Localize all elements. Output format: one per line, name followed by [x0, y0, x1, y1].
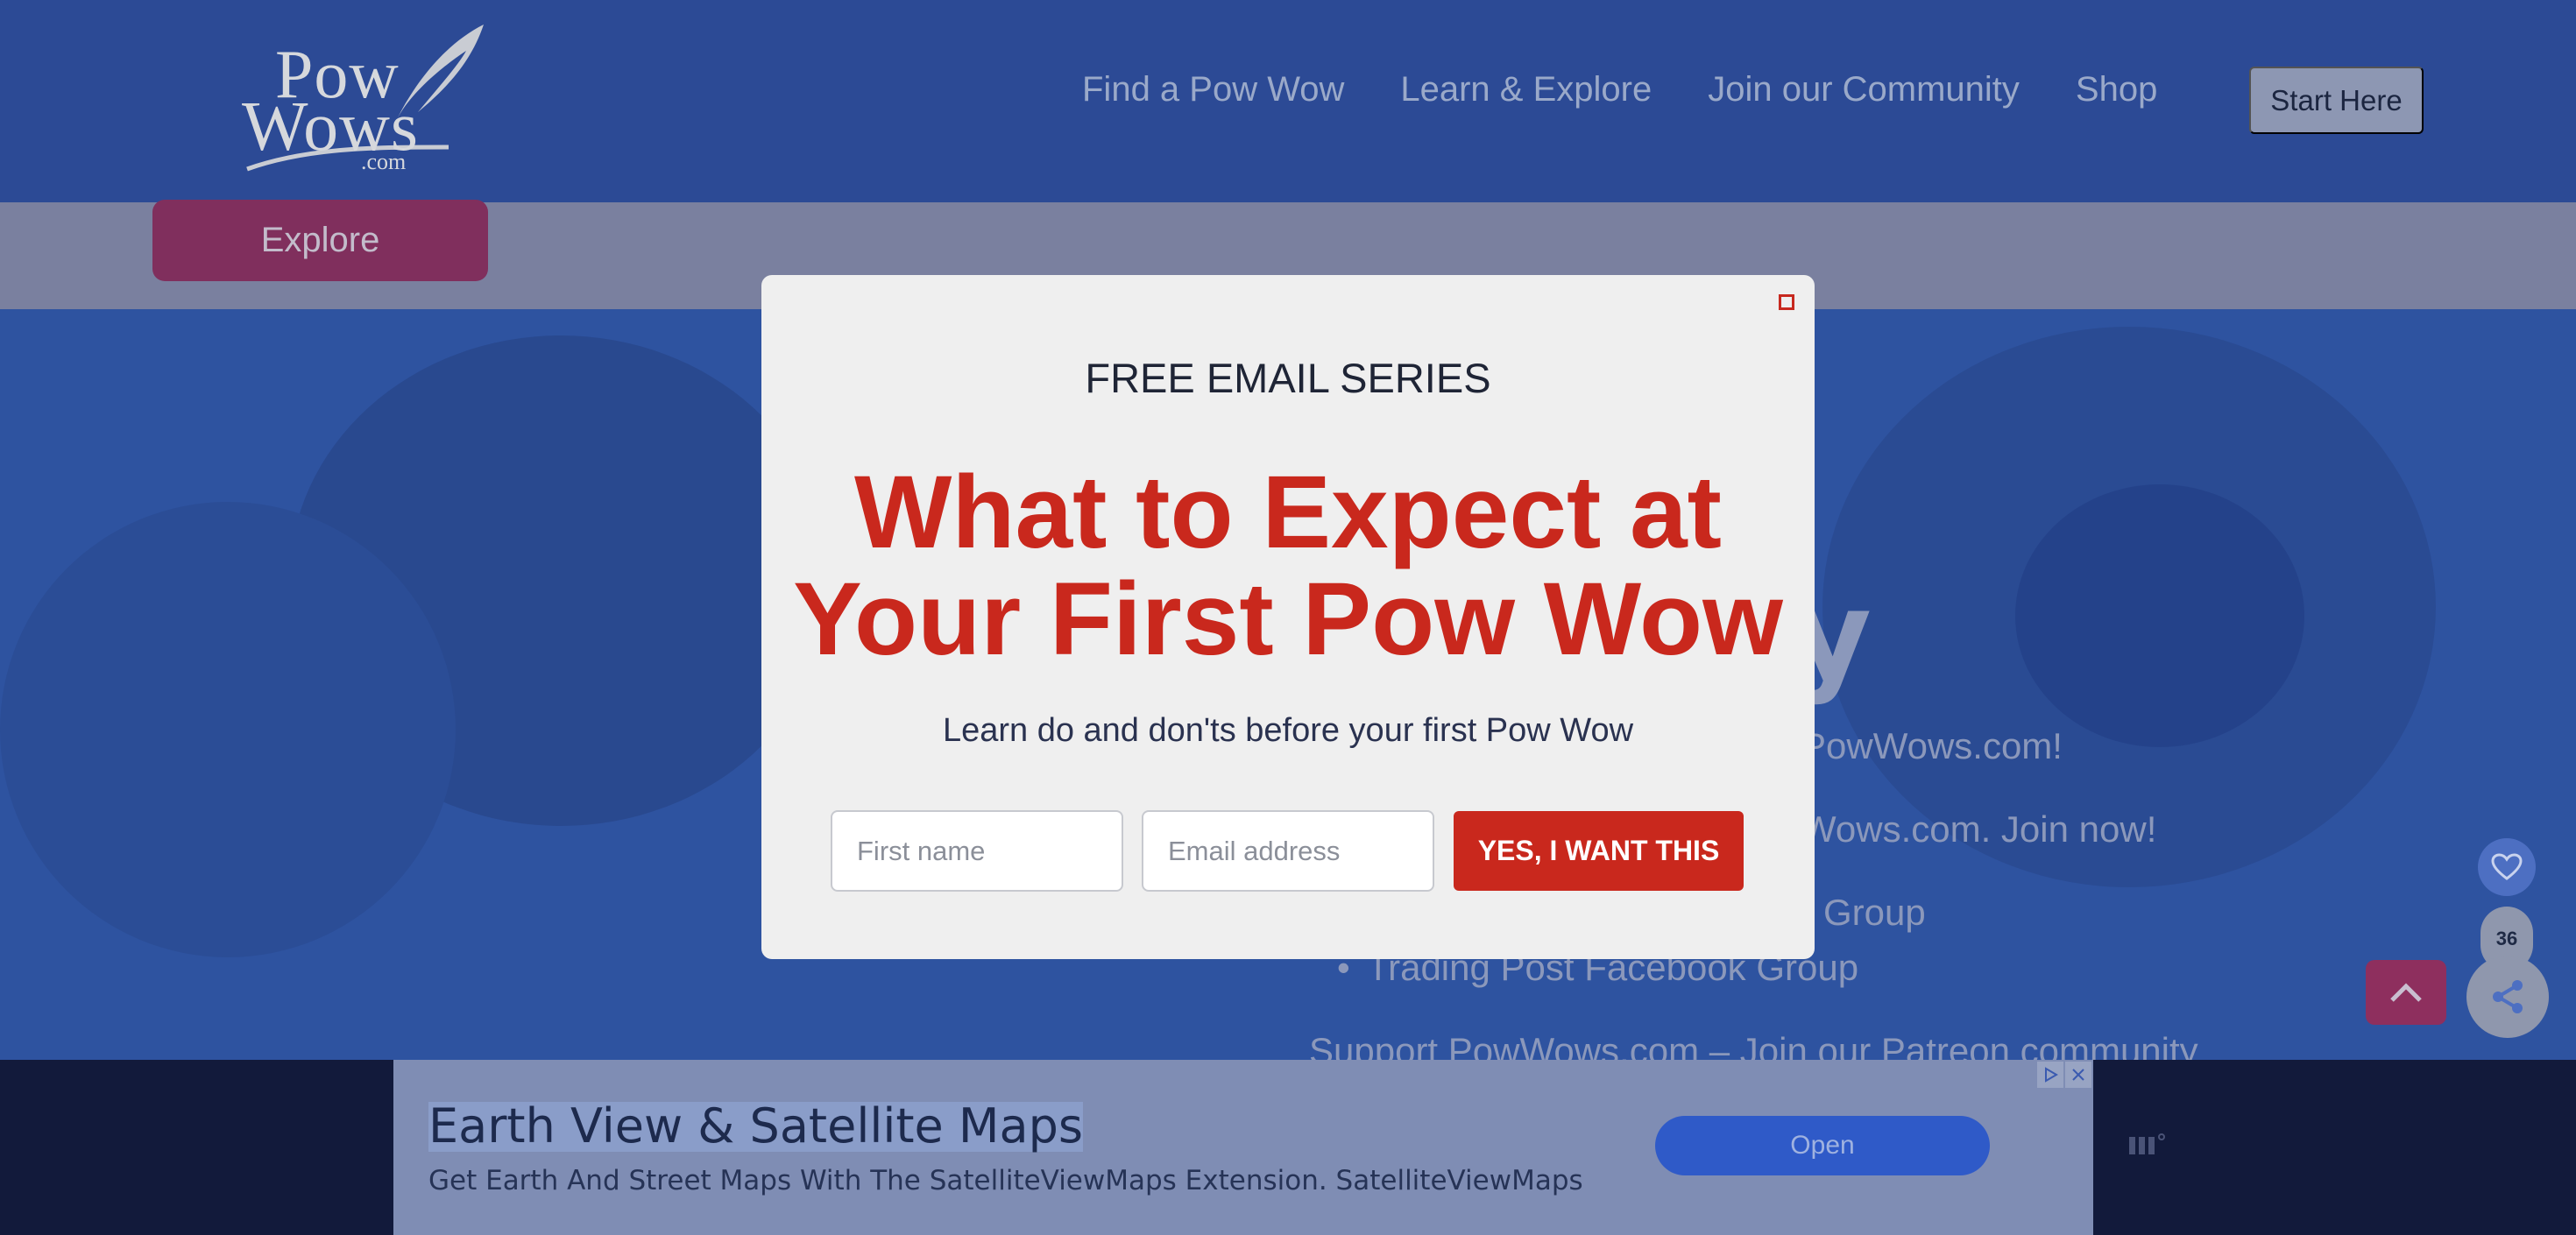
hero-text-line: PowWows.com! — [1801, 725, 2063, 766]
modal-headline-line: Your First Pow Wow — [793, 561, 1783, 677]
share-button[interactable] — [2466, 956, 2549, 1038]
email-field[interactable] — [1142, 810, 1434, 892]
ad-description: Get Earth And Street Maps With The Satel… — [428, 1165, 1583, 1196]
ad-title[interactable]: Earth View & Satellite Maps — [428, 1101, 1083, 1152]
modal-subtitle: Learn do and don'ts before your first Po… — [942, 712, 1634, 749]
ad-brand-icon — [2127, 1132, 2166, 1165]
ad-close-icon[interactable] — [2065, 1062, 2091, 1088]
nav-find-a-pow-wow[interactable]: Find a Pow Wow — [1082, 70, 1344, 109]
ad-banner[interactable]: Earth View & Satellite Maps Get Earth An… — [393, 1060, 2093, 1235]
heart-icon — [2491, 853, 2523, 880]
site-header: Pow Wows .com Find a Pow Wow Learn & Exp… — [0, 0, 2576, 202]
close-icon[interactable] — [1779, 294, 1794, 310]
hero-background-figure — [2015, 484, 2304, 747]
nav-learn-explore[interactable]: Learn & Explore — [1400, 70, 1652, 109]
ad-open-button[interactable]: Open — [1655, 1116, 1990, 1175]
explore-button[interactable]: Explore — [152, 200, 488, 281]
nav-shop[interactable]: Shop — [2076, 70, 2157, 109]
site-logo[interactable]: Pow Wows .com — [230, 16, 501, 182]
modal-headline: What to Expect at Your First Pow Wow — [761, 459, 1815, 673]
chevron-up-icon — [2390, 983, 2422, 1002]
start-here-button[interactable]: Start Here — [2249, 67, 2424, 134]
hero-text-line: Wows.com. Join now! — [1801, 808, 2157, 850]
nav-join-community[interactable]: Join our Community — [1708, 70, 2020, 109]
modal-headline-line: What to Expect at — [854, 455, 1722, 570]
hero-support-link[interactable]: Support PowWows.com – Join our Patreon c… — [1309, 1030, 2198, 1060]
modal-eyebrow: FREE EMAIL SERIES — [1085, 355, 1491, 401]
main-nav: Find a Pow Wow Learn & Explore Join our … — [1082, 70, 2157, 109]
first-name-field[interactable] — [831, 810, 1123, 892]
hero-text-line: Group — [1823, 892, 1926, 933]
logo-text-com: .com — [361, 149, 407, 174]
signup-submit-button[interactable]: YES, I WANT THIS — [1454, 811, 1744, 891]
back-to-top-button[interactable] — [2366, 960, 2446, 1025]
like-button[interactable] — [2478, 838, 2536, 896]
share-icon — [2493, 980, 2523, 1013]
adchoices-icon[interactable] — [2037, 1062, 2063, 1088]
email-signup-modal: FREE EMAIL SERIES What to Expect at Your… — [761, 275, 1815, 959]
hero-background-figure — [0, 502, 456, 957]
